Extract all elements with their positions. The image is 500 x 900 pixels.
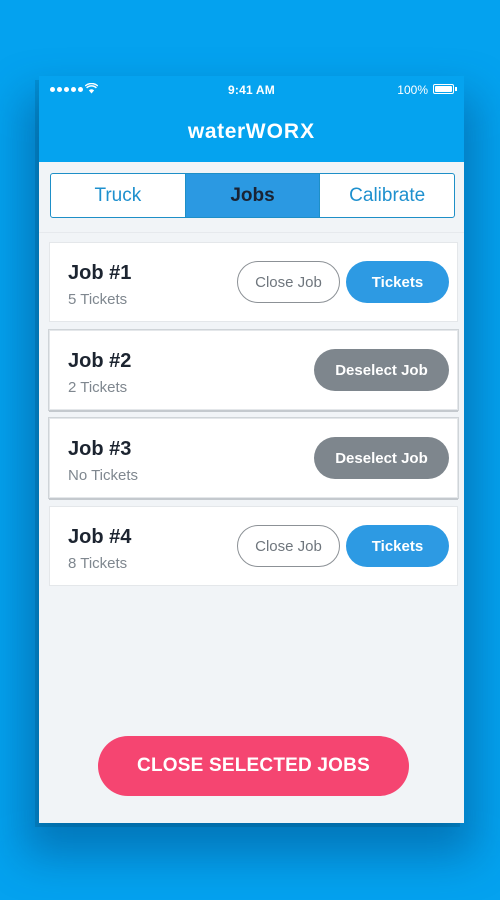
app-header: 9:41 AM 100% waterWORX	[39, 76, 464, 162]
job-card[interactable]: Job #4 8 Tickets Close Job Tickets	[49, 506, 458, 586]
job-ticket-count: 5 Tickets	[68, 291, 128, 308]
tab-bar: Truck Jobs Calibrate	[50, 173, 455, 218]
deselect-job-button[interactable]: Deselect Job	[314, 349, 449, 391]
tab-truck[interactable]: Truck	[51, 174, 185, 217]
job-card[interactable]: Job #2 2 Tickets Deselect Job	[49, 330, 458, 410]
job-title: Job #1	[68, 262, 132, 284]
close-selected-jobs-button[interactable]: CLOSE SELECTED JOBS	[98, 736, 409, 796]
job-list: Job #1 5 Tickets Close Job Tickets Job #…	[49, 242, 458, 594]
deselect-job-button[interactable]: Deselect Job	[314, 437, 449, 479]
job-title: Job #3	[68, 438, 132, 460]
battery-tip	[455, 87, 457, 91]
tab-calibrate[interactable]: Calibrate	[319, 174, 454, 217]
tickets-button[interactable]: Tickets	[346, 261, 449, 303]
job-card[interactable]: Job #3 No Tickets Deselect Job	[49, 418, 458, 498]
phone-screen: 9:41 AM 100% waterWORX Truck Jobs Calibr…	[39, 76, 464, 823]
job-title: Job #2	[68, 350, 132, 372]
job-title: Job #4	[68, 526, 132, 548]
app-logo: waterWORX	[39, 120, 464, 144]
divider	[39, 232, 464, 233]
job-card[interactable]: Job #1 5 Tickets Close Job Tickets	[49, 242, 458, 322]
job-ticket-count: 8 Tickets	[68, 555, 128, 572]
battery-percentage: 100%	[397, 83, 428, 97]
logo-lower-text: water	[187, 120, 246, 143]
close-job-button[interactable]: Close Job	[237, 261, 340, 303]
job-ticket-count: 2 Tickets	[68, 379, 128, 396]
close-job-button[interactable]: Close Job	[237, 525, 340, 567]
tab-jobs[interactable]: Jobs	[184, 174, 320, 217]
battery-icon	[433, 84, 454, 94]
job-ticket-count: No Tickets	[68, 467, 139, 484]
status-bar: 9:41 AM 100%	[39, 76, 464, 104]
tickets-button[interactable]: Tickets	[346, 525, 449, 567]
logo-upper-text: WORX	[245, 120, 316, 143]
